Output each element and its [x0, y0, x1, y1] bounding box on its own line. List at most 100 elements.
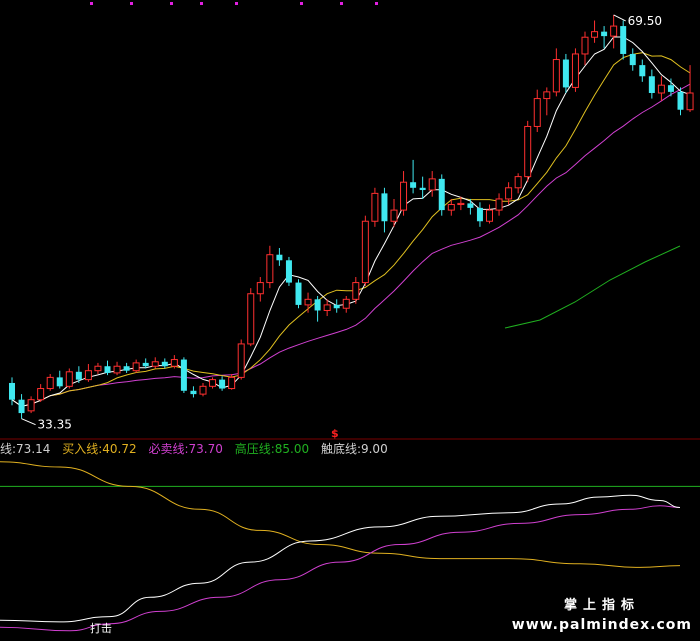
candle — [37, 384, 45, 402]
candle-body — [123, 366, 130, 371]
ma20-line — [11, 83, 691, 407]
ma60-line — [504, 245, 681, 329]
candle-body — [151, 361, 159, 367]
candle-body — [65, 371, 73, 387]
ma10-line — [11, 52, 691, 407]
candle — [46, 374, 54, 391]
candle-body — [113, 365, 121, 374]
candle — [620, 20, 627, 60]
candle — [180, 357, 187, 394]
candle-body — [285, 260, 292, 283]
high-price-label: 69.50 — [628, 14, 662, 28]
candle-body — [581, 36, 589, 55]
candle-body — [9, 382, 15, 400]
candle — [467, 198, 474, 215]
legend-sell-value: 73.70 — [188, 442, 223, 456]
candle — [524, 120, 532, 183]
candle — [476, 202, 483, 227]
top-marker-dot — [90, 2, 93, 5]
top-marker-dot — [170, 2, 173, 5]
candle-body — [571, 53, 579, 88]
candle — [219, 376, 226, 391]
legend-line-value: 73.14 — [16, 442, 51, 456]
candle-body — [276, 254, 283, 261]
candle-body — [333, 304, 340, 309]
candle — [419, 176, 426, 199]
candle — [390, 198, 398, 227]
candle-body — [228, 376, 236, 390]
candle — [151, 357, 159, 369]
candle — [65, 368, 73, 389]
candle — [581, 31, 589, 66]
candle-body — [295, 282, 302, 305]
candle-body — [505, 187, 513, 200]
legend-buy-label: 买入线: — [62, 442, 103, 456]
candle-body — [352, 282, 360, 300]
candle — [18, 394, 25, 419]
legend-high-label: 高压线: — [234, 442, 275, 456]
candle-body — [457, 202, 465, 206]
candle-body — [639, 65, 646, 77]
candle-body — [428, 178, 436, 191]
candle-body — [27, 399, 35, 412]
candle — [123, 362, 130, 373]
top-marker-dot — [375, 2, 378, 5]
strike-annotation: 打击 — [90, 621, 112, 635]
top-marker-dot — [130, 2, 133, 5]
candle — [400, 171, 408, 216]
candle — [247, 288, 255, 347]
candle-body — [323, 304, 331, 311]
candle — [56, 370, 63, 389]
candle — [371, 187, 379, 227]
candle-body — [314, 299, 321, 311]
candle-body — [46, 376, 54, 390]
candle-body — [476, 207, 483, 222]
candle — [533, 89, 541, 133]
candle — [190, 386, 197, 398]
candle-body — [562, 59, 569, 88]
signal-marker: $ — [331, 427, 339, 440]
candle — [601, 26, 608, 49]
indicator-legend: 线:73.14 买入线:40.72 必卖线:73.70 高压线:85.00 触底… — [0, 441, 396, 457]
candle — [285, 256, 292, 286]
legend-bottom-value: 9.00 — [360, 442, 388, 456]
candle — [562, 53, 569, 93]
candle — [295, 279, 302, 309]
legend-bottom-label: 触底线: — [320, 442, 361, 456]
candle — [209, 377, 217, 389]
candle-body — [438, 178, 445, 211]
candle-body — [237, 343, 245, 378]
candle — [170, 355, 178, 369]
candle-body — [533, 98, 541, 127]
candle — [514, 173, 522, 194]
candle — [381, 187, 388, 233]
candle-body — [467, 203, 474, 208]
candle-body — [180, 359, 187, 391]
candle-body — [209, 379, 217, 387]
candle-body — [104, 366, 111, 373]
candle-body — [514, 176, 522, 189]
legend-high-value: 85.00 — [274, 442, 310, 456]
candle-body — [190, 390, 197, 395]
candle — [161, 358, 168, 369]
candle — [610, 14, 618, 49]
candle — [94, 362, 102, 375]
candle-body — [84, 370, 92, 381]
candle-body — [142, 362, 149, 367]
low-price-label: 33.35 — [38, 418, 72, 432]
candle — [648, 69, 655, 99]
candle-body — [56, 377, 63, 387]
top-marker-dot — [235, 2, 238, 5]
candle — [84, 364, 92, 382]
candle — [199, 382, 207, 397]
candle-body — [37, 388, 45, 401]
candle-body — [486, 209, 493, 222]
candle-body — [677, 91, 684, 110]
candle — [314, 295, 321, 322]
candle — [591, 20, 599, 43]
candle — [495, 193, 503, 216]
legend-buy-value: 40.72 — [102, 442, 137, 456]
candle — [361, 215, 369, 286]
candle — [132, 359, 140, 373]
low-pointer — [21, 418, 36, 426]
